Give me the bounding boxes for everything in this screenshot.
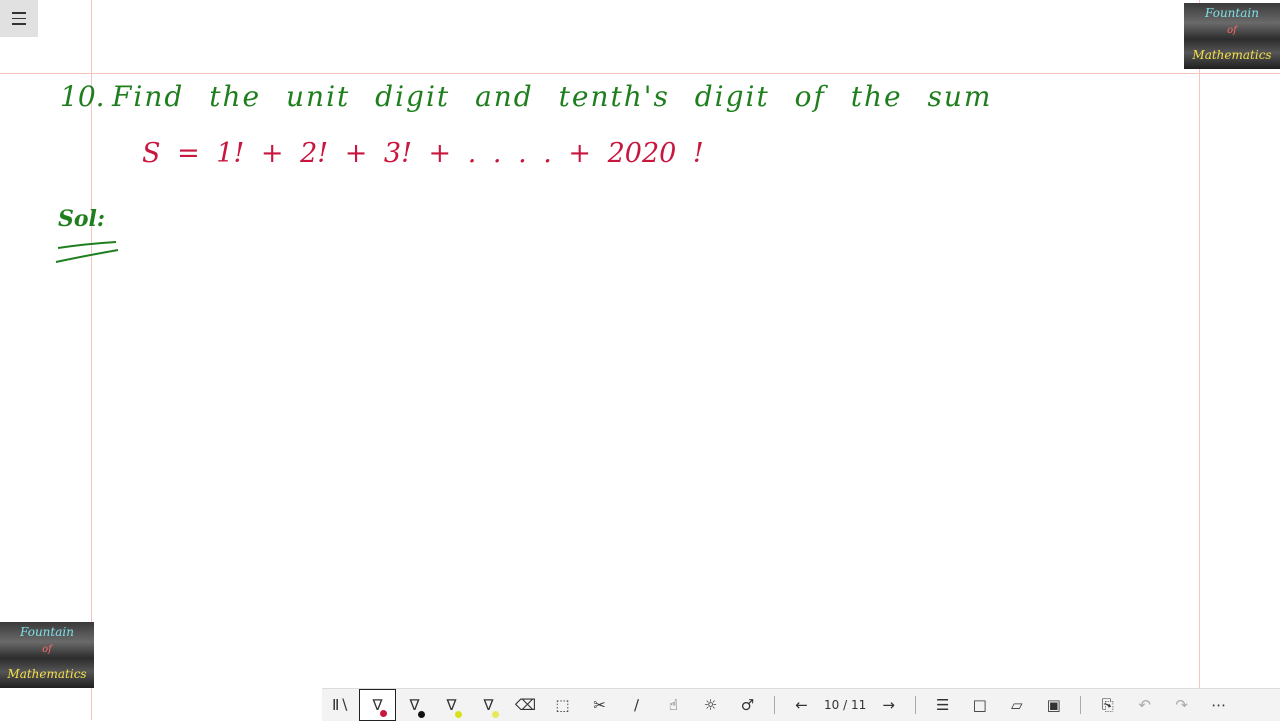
highlighter-yellow-icon[interactable]: ∇ xyxy=(433,689,470,721)
new-page-icon[interactable]: □ xyxy=(961,689,998,721)
open-folder-icon[interactable]: ▱ xyxy=(998,689,1035,721)
logo-bottom-left: Fountain of Mathematics xyxy=(0,622,94,688)
page-indicator: 10 / 11 xyxy=(824,698,867,712)
paste-icon[interactable]: ⎘ xyxy=(1089,689,1126,721)
microphone-icon[interactable]: ♂ xyxy=(729,689,766,721)
touch-draw-icon[interactable]: ☝ xyxy=(655,689,692,721)
library-icon[interactable]: Ⅱ∖ xyxy=(322,689,359,721)
equation: S = 1! + 2! + 3! + . . . . + 2020 ! xyxy=(142,138,704,169)
lasso-select-icon[interactable]: ⬚ xyxy=(544,689,581,721)
color-dot xyxy=(380,710,387,717)
pen-black-icon[interactable]: ∇ xyxy=(396,689,433,721)
question-number: 10. xyxy=(60,80,105,113)
menu-button[interactable] xyxy=(0,0,38,37)
logo-top-right: Fountain of Mathematics xyxy=(1184,3,1280,69)
ruler-icon[interactable]: ∕ xyxy=(618,689,655,721)
settings-sliders-icon[interactable]: ☰ xyxy=(924,689,961,721)
color-dot xyxy=(492,711,499,718)
toolbar-separator xyxy=(1080,696,1082,714)
save-icon[interactable]: ▣ xyxy=(1035,689,1072,721)
color-dot xyxy=(418,711,425,718)
eraser-icon[interactable]: ⌫ xyxy=(507,689,544,721)
solution-label: Sol: xyxy=(58,206,106,232)
top-margin-line xyxy=(0,73,1280,74)
note-page[interactable]: 10. Find the unit digit and tenth's digi… xyxy=(0,0,1280,720)
arrow-right-icon[interactable]: → xyxy=(870,689,907,721)
right-margin-line xyxy=(1199,0,1200,720)
palette-icon[interactable]: ☼ xyxy=(692,689,729,721)
toolbar-separator xyxy=(915,696,917,714)
solution-underline xyxy=(55,241,119,263)
undo-icon[interactable]: ↶ xyxy=(1126,689,1163,721)
redo-icon[interactable]: ↷ xyxy=(1163,689,1200,721)
highlighter-yellow2-icon[interactable]: ∇ xyxy=(470,689,507,721)
toolbar-separator xyxy=(774,696,775,714)
attach-icon[interactable]: ✂ xyxy=(581,689,618,721)
color-dot xyxy=(455,711,462,718)
pen-red-icon[interactable]: ∇ xyxy=(359,689,396,721)
question-text: Find the unit digit and tenth's digit of… xyxy=(112,80,993,113)
hamburger-icon xyxy=(12,10,26,27)
arrow-left-icon[interactable]: ← xyxy=(783,689,820,721)
more-icon[interactable]: ⋯ xyxy=(1200,689,1237,721)
bottom-toolbar: Ⅱ∖ ∇ ∇ ∇ ∇ ⌫ ⬚ ✂ ∕ ☝ ☼ ♂ ← 10 / 11 → ☰ □… xyxy=(322,688,1280,721)
